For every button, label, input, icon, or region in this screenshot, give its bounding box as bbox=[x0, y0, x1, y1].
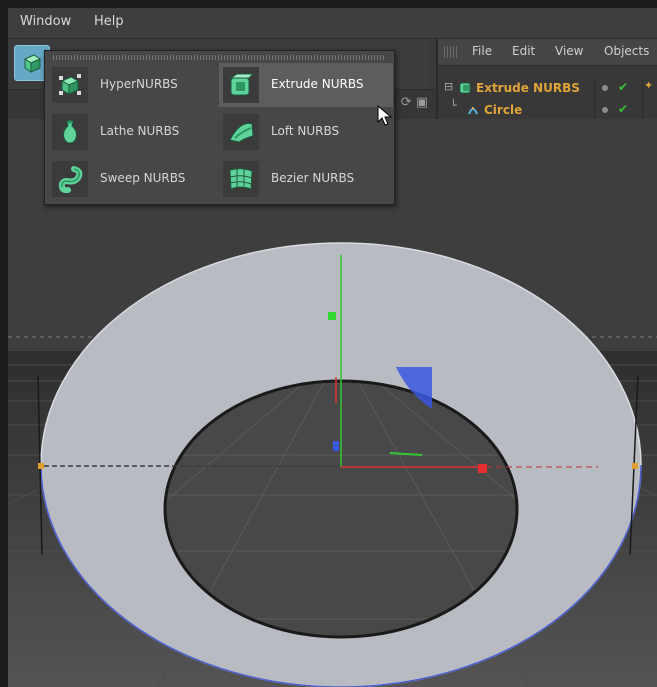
popup-item-label: Extrude NURBS bbox=[271, 77, 364, 91]
popup-item-extrude-nurbs[interactable]: Extrude NURBS bbox=[219, 63, 393, 107]
tree-expander[interactable]: ⊟ bbox=[444, 80, 453, 93]
popup-item-label: Bezier NURBS bbox=[271, 171, 355, 185]
popup-item-label: Sweep NURBS bbox=[100, 171, 186, 185]
om-menu-edit[interactable]: Edit bbox=[512, 44, 535, 58]
popup-item-label: Lathe NURBS bbox=[100, 124, 180, 138]
object-name[interactable]: Extrude NURBS bbox=[476, 81, 580, 95]
lathe-nurbs-icon bbox=[52, 114, 88, 150]
loft-nurbs-icon bbox=[223, 114, 259, 150]
z-axis-handle[interactable] bbox=[333, 441, 339, 451]
object-name[interactable]: Circle bbox=[484, 103, 522, 117]
menu-window[interactable]: Window bbox=[20, 14, 71, 29]
panel-grip[interactable] bbox=[444, 46, 458, 58]
mouse-cursor-icon bbox=[377, 105, 393, 126]
extrude-nurbs-icon bbox=[223, 67, 259, 103]
sweep-nurbs-icon bbox=[52, 161, 88, 197]
popup-item-hypernurbs[interactable]: HyperNURBS bbox=[48, 63, 222, 107]
popup-item-label: HyperNURBS bbox=[100, 77, 178, 91]
y-axis-handle[interactable] bbox=[328, 312, 336, 320]
circle-spline-icon bbox=[468, 107, 478, 115]
popup-item-bezier-nurbs[interactable]: Bezier NURBS bbox=[219, 157, 393, 201]
object-manager-menu: File Edit View Objects bbox=[438, 39, 657, 66]
object-row-circle[interactable]: └ Circle ✔ bbox=[438, 99, 657, 121]
viewport-nav-icons[interactable]: ⟳ ▣ bbox=[401, 95, 428, 110]
enabled-check[interactable]: ✔ bbox=[618, 80, 628, 94]
popup-grip[interactable] bbox=[53, 55, 385, 60]
popup-item-loft-nurbs[interactable]: Loft NURBS bbox=[219, 110, 393, 154]
popup-item-label: Loft NURBS bbox=[271, 124, 340, 138]
enabled-check[interactable]: ✔ bbox=[618, 102, 628, 116]
cinema4d-window: Window Help ⟳ ▣ File Edit View Objects ⊟ bbox=[8, 8, 657, 687]
om-menu-objects[interactable]: Objects bbox=[604, 44, 649, 58]
x-axis-handle[interactable] bbox=[478, 464, 487, 473]
om-menu-file[interactable]: File bbox=[472, 44, 492, 58]
popup-item-lathe-nurbs[interactable]: Lathe NURBS bbox=[48, 110, 222, 154]
menu-help[interactable]: Help bbox=[94, 14, 124, 29]
menu-bar: Window Help bbox=[8, 8, 657, 39]
visibility-dot[interactable] bbox=[602, 85, 608, 91]
spline-point-left[interactable] bbox=[38, 463, 44, 469]
extrude-nurbs-icon bbox=[459, 82, 471, 94]
om-menu-view[interactable]: View bbox=[555, 44, 583, 58]
nurbs-palette-popup: HyperNURBS Extrude NURBS Lathe NURBS Lof… bbox=[44, 50, 395, 205]
tag-icon[interactable]: ✦ bbox=[644, 79, 653, 92]
hypernurbs-icon bbox=[52, 67, 88, 103]
spline-point-right[interactable] bbox=[632, 463, 638, 469]
bezier-nurbs-icon bbox=[223, 161, 259, 197]
object-row-extrude[interactable]: ⊟ Extrude NURBS ✔ ✦ bbox=[438, 77, 657, 99]
tree-line: └ bbox=[450, 99, 457, 112]
visibility-dot[interactable] bbox=[602, 107, 608, 113]
popup-item-sweep-nurbs[interactable]: Sweep NURBS bbox=[48, 157, 222, 201]
nurbs-cube-icon bbox=[23, 54, 42, 73]
